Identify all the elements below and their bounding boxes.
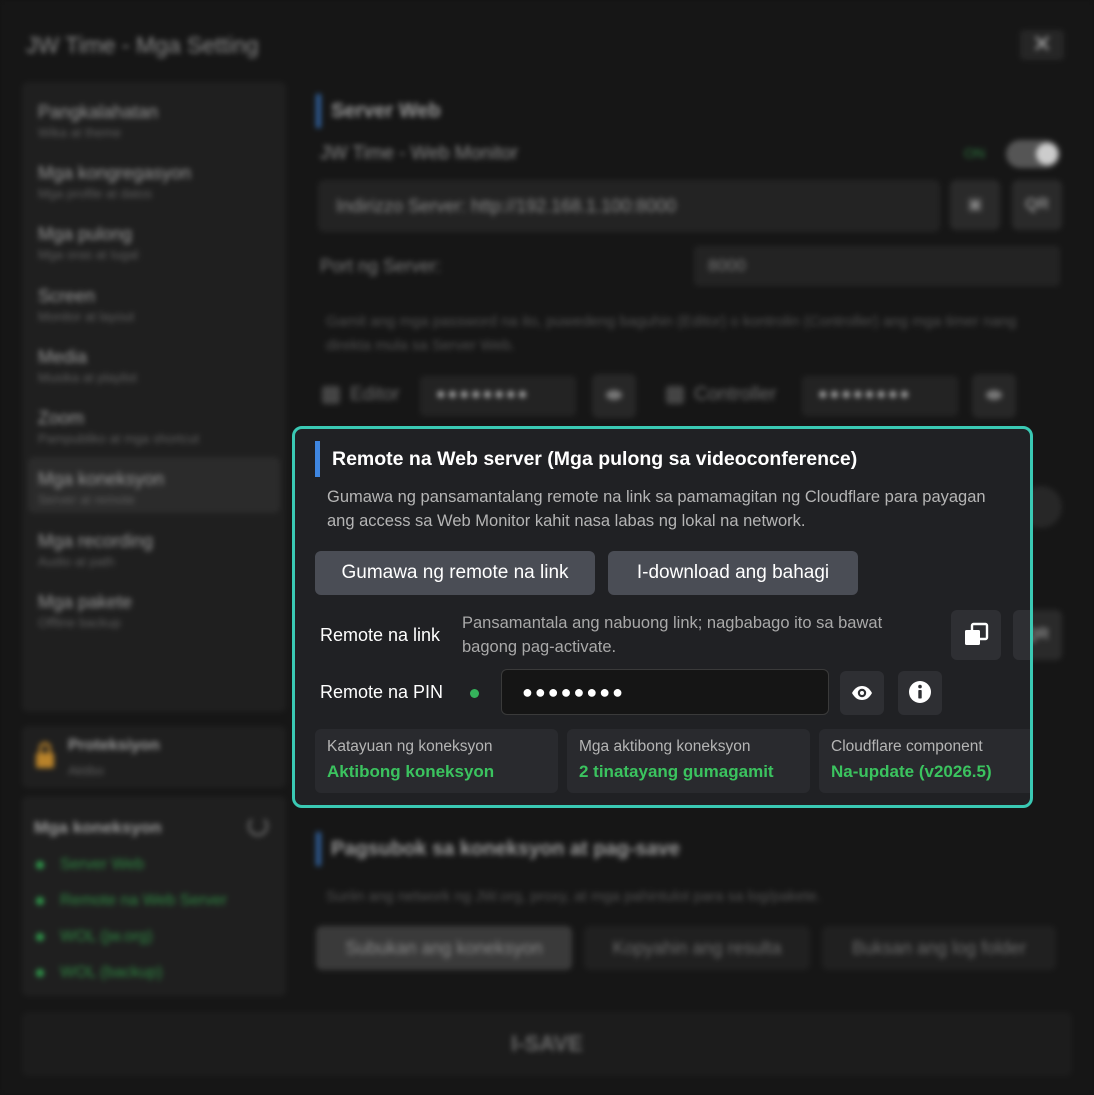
refresh-icon[interactable] [248, 816, 268, 836]
card-value: Na-update (v2026.5) [831, 762, 992, 781]
sidebar-item-zoom[interactable]: Zoom Pampubliko at mga shortcut [28, 396, 280, 452]
sidebar-item-sublabel: Server at remote [38, 492, 135, 507]
copy-address-button[interactable]: ▣ [950, 180, 1000, 230]
close-icon[interactable]: ✕ [1020, 30, 1064, 60]
lock-icon [36, 742, 54, 768]
test-connection-button[interactable]: Subukan ang koneksyon [316, 926, 572, 970]
sidebar-item-recordings[interactable]: Mga recording Audio at path [28, 519, 280, 575]
server-address-field[interactable]: Indirizzo Server: http://192.168.1.100:8… [318, 180, 940, 232]
sidebar-item-general[interactable]: Pangkalahatan Wika at theme [28, 90, 280, 146]
connections-title: Mga koneksyon [34, 818, 162, 837]
test-section-note: Suriin ang network ng JW.org, proxy, at … [326, 888, 821, 905]
card-title: Cloudflare component [831, 738, 983, 755]
remote-panel-description: Gumawa ng pansamantalang remote na link … [327, 488, 986, 530]
connection-status-item: Server Web [36, 856, 144, 874]
sidebar-item-sublabel: Musika at playlist [38, 370, 137, 385]
copy-icon [965, 622, 989, 645]
server-web-section-title: Server Web [316, 94, 441, 128]
remote-web-server-panel: Remote na Web server (Mga pulong sa vide… [292, 426, 1033, 808]
password-note: Gamit ang mga password na ito, puwedeng … [326, 313, 1017, 354]
sidebar-item-sublabel: Mga profile at datos [38, 186, 153, 201]
web-monitor-toggle[interactable] [1006, 140, 1060, 168]
status-dot-icon [36, 968, 44, 977]
sidebar-item-label: Mga pakete [38, 592, 133, 612]
copy-result-button[interactable]: Kopyahin ang resulta [584, 926, 810, 970]
editor-label: Editor [350, 384, 400, 405]
copy-link-button[interactable] [951, 610, 1001, 660]
status-dot-icon [36, 932, 44, 941]
status-dot-icon [36, 860, 44, 869]
sidebar-item-label: Mga recording [38, 531, 154, 551]
connection-status-item: WOL (jw.org) [36, 928, 153, 946]
editor-password-field[interactable]: ●●●●●●●● [420, 376, 576, 416]
sidebar-item-label: Mga koneksyon [38, 469, 165, 489]
open-log-folder-button[interactable]: Buksan ang log folder [822, 926, 1056, 970]
sidebar-item-label: Zoom [38, 408, 85, 428]
info-icon [909, 681, 931, 703]
remote-pin-label: Remote na PIN [320, 682, 444, 702]
connection-status-card: Katayuan ng koneksyon Aktibong koneksyon [315, 729, 558, 793]
remote-pin-field[interactable]: ●●●●●●●● [501, 669, 829, 715]
editor-eye-icon[interactable] [592, 374, 636, 418]
test-section-title: Pagsubok sa koneksyon at pag-save [316, 832, 680, 866]
remote-link-label: Remote na link [320, 625, 441, 645]
pin-info-button[interactable] [898, 671, 942, 715]
sidebar-item-sublabel: Monitor at layout [38, 309, 135, 324]
sidebar-item-packages[interactable]: Mga pakete Offline backup [28, 580, 280, 636]
controller-eye-icon[interactable] [972, 374, 1016, 418]
protection-panel: Proteksiyon Aktibo [22, 726, 286, 788]
connection-status-item: Remote na Web Server [36, 892, 227, 910]
sidebar-item-sublabel: Audio at path [38, 554, 115, 569]
editor-checkbox[interactable] [322, 386, 340, 404]
connection-status-item: WOL (backup) [36, 964, 163, 982]
status-dot-icon [36, 896, 44, 905]
sidebar-item-screen[interactable]: Screen Monitor at layout [28, 274, 280, 330]
protection-title: Proteksiyon [68, 737, 160, 754]
remote-link-hint: Pansamantala ang nabuong link; nagbabago… [462, 614, 883, 656]
sidebar-item-sublabel: Wika at theme [38, 125, 122, 140]
qr-link-button[interactable] [1013, 610, 1030, 660]
sidebar-item-sublabel: Mga oras at Iugal [38, 247, 139, 262]
controller-password-field[interactable]: ●●●●●●●● [802, 376, 958, 416]
sidebar-item-label: Mga kongregasyon [38, 163, 192, 183]
card-value: 2 tinatayang gumagamit [579, 762, 774, 781]
eye-icon [852, 686, 872, 700]
active-connections-card: Mga aktibong koneksyon 2 tinatayang guma… [567, 729, 810, 793]
sidebar-item-label: Media [38, 347, 88, 367]
card-title: Katayuan ng koneksyon [327, 738, 493, 755]
window-title: JW Time - Mga Setting [26, 32, 259, 58]
protection-status: Aktibo [68, 763, 105, 778]
sidebar-item-label: Screen [38, 286, 96, 306]
cloudflare-component-card: Cloudflare component Na-update (v2026.5) [819, 729, 1030, 793]
port-stepper[interactable]: 8000 [694, 246, 1060, 286]
sidebar-item-label: Mga pulong [38, 224, 133, 244]
controller-label: Controller [694, 384, 777, 405]
port-label: Port ng Server: [320, 256, 442, 276]
sidebar-item-media[interactable]: Media Musika at playlist [28, 335, 280, 391]
card-value: Aktibong koneksyon [327, 762, 495, 781]
qr-address-button[interactable]: QR [1012, 180, 1062, 230]
download-component-button[interactable]: I-download ang bahagi [608, 551, 858, 595]
sidebar-item-sublabel: Offline backup [38, 615, 121, 630]
status-dot-icon [470, 689, 479, 698]
sidebar-item-sublabel: Pampubliko at mga shortcut [38, 431, 200, 446]
connections-status-panel: Mga koneksyon Server Web Remote na Web S… [22, 796, 286, 996]
settings-sidebar: Pangkalahatan Wika at theme Mga kongrega… [22, 82, 286, 712]
toggle-state-label: ON [964, 145, 985, 161]
card-title: Mga aktibong koneksyon [579, 738, 751, 755]
sidebar-item-meetings[interactable]: Mga pulong Mga oras at Iugal [28, 212, 280, 268]
show-pin-button[interactable] [840, 671, 884, 715]
save-button[interactable]: I-SAVE [22, 1012, 1072, 1076]
controller-checkbox[interactable] [666, 386, 684, 404]
sidebar-item-connections[interactable]: Mga koneksyon Server at remote [28, 457, 280, 513]
sidebar-item-congregations[interactable]: Mga kongregasyon Mga profile at datos [28, 151, 280, 207]
web-monitor-label: JW Time - Web Monitor [320, 143, 519, 164]
sidebar-item-label: Pangkalahatan [38, 102, 159, 122]
remote-panel-title: Remote na Web server (Mga pulong sa vide… [315, 441, 857, 477]
create-remote-link-button[interactable]: Gumawa ng remote na link [315, 551, 595, 595]
